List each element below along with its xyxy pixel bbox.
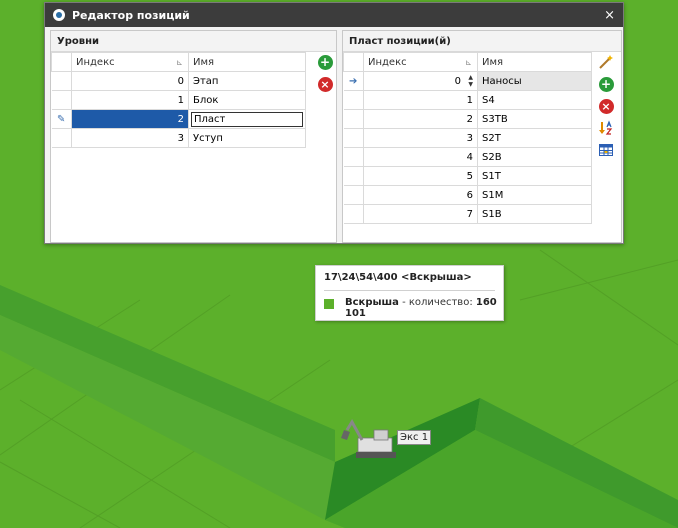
table-row-current[interactable]: ➔ 0 ▲ ▼ Наносы — [343, 71, 592, 91]
positions-panel: Пласт позиции(й) Индекс ⊾ Имя ➔ 0 ▲ ▼ Нанос… — [342, 30, 622, 243]
add-icon: + — [317, 54, 333, 70]
table-row[interactable]: 0 Этап — [51, 71, 306, 91]
legend-swatch — [324, 299, 334, 309]
tooltip-divider — [324, 290, 495, 291]
remove-icon: × — [598, 98, 614, 114]
table-row[interactable]: 3 S2T — [343, 128, 592, 148]
sort-button[interactable] — [597, 119, 615, 137]
magic-wand-icon — [599, 55, 613, 69]
tooltip-quantity-line: Вскрыша - количество: 160 101 — [345, 297, 503, 319]
cell-index[interactable]: 1 — [71, 90, 189, 110]
table-row[interactable]: 6 S1M — [343, 185, 592, 205]
cell-name[interactable]: S3TB — [477, 109, 592, 129]
cell-name[interactable]: Наносы — [477, 71, 592, 91]
current-row-arrow-icon: ➔ — [343, 71, 364, 91]
cell-index[interactable]: 2 — [71, 109, 189, 129]
column-header-name[interactable]: Имя — [477, 52, 592, 72]
cell-name[interactable]: S4 — [477, 90, 592, 110]
positions-panel-title: Пласт позиции(й) — [343, 31, 621, 52]
column-header-name[interactable]: Имя — [188, 52, 306, 72]
generate-button[interactable] — [597, 53, 615, 71]
add-level-button[interactable]: + — [316, 53, 334, 71]
cell-name[interactable]: S1B — [477, 204, 592, 224]
row-indicator-header — [343, 52, 364, 72]
sort-icon[interactable]: ⊾ — [176, 58, 183, 67]
levels-table: Индекс⊾ Имя 0 Этап 1 Блок ✎ 2 3 Усту — [51, 52, 306, 148]
cell-index[interactable]: 3 — [71, 128, 189, 148]
levels-panel-title: Уровни — [51, 31, 336, 52]
cell-index[interactable]: 6 — [363, 185, 478, 205]
cell-index[interactable]: 5 — [363, 166, 478, 186]
remove-icon: × — [317, 76, 333, 92]
table-icon — [599, 144, 613, 156]
cell-name[interactable]: Уступ — [188, 128, 306, 148]
levels-toolbar: + × — [314, 53, 336, 93]
positions-header-row: Индекс ⊾ Имя — [343, 52, 592, 72]
cell-name[interactable]: Этап — [188, 71, 306, 91]
sort-az-icon — [599, 120, 613, 135]
remove-level-button[interactable]: × — [316, 75, 334, 93]
cell-index[interactable]: 7 — [363, 204, 478, 224]
column-header-index[interactable]: Индекс ⊾ — [71, 52, 189, 72]
table-row[interactable]: 1 Блок — [51, 90, 306, 110]
cell-name[interactable]: S2B — [477, 147, 592, 167]
app-icon — [53, 9, 65, 21]
quantity-label: - количество: — [398, 297, 476, 308]
cell-name-editor[interactable] — [191, 111, 303, 127]
remove-position-button[interactable]: × — [597, 97, 615, 115]
sort-icon[interactable]: ⊾ — [465, 58, 472, 67]
cell-name[interactable]: Блок — [188, 90, 306, 110]
spinner-icon[interactable]: ▲ ▼ — [468, 74, 473, 88]
table-row[interactable]: 4 S2B — [343, 147, 592, 167]
tooltip-title: 17\24\54\400 <Вскрыша> — [324, 272, 472, 283]
column-header-index[interactable]: Индекс ⊾ — [363, 52, 478, 72]
cell-name[interactable]: S1M — [477, 185, 592, 205]
close-icon[interactable]: × — [604, 8, 615, 23]
cell-index[interactable]: 1 — [363, 90, 478, 110]
table-row[interactable]: 3 Уступ — [51, 128, 306, 148]
cell-index[interactable]: 3 — [363, 128, 478, 148]
table-row-selected[interactable]: ✎ 2 — [51, 109, 306, 129]
cell-index[interactable]: 4 — [363, 147, 478, 167]
block-tooltip: 17\24\54\400 <Вскрыша> Вскрыша - количес… — [315, 265, 504, 321]
cell-name[interactable]: S2T — [477, 128, 592, 148]
row-indicator-header — [51, 52, 72, 72]
window-title: Редактор позиций — [72, 8, 190, 22]
add-icon: + — [598, 76, 614, 92]
excavator-label[interactable]: Экс 1 — [397, 430, 432, 445]
table-row[interactable]: 7 S1B — [343, 204, 592, 224]
positions-toolbar: + × — [595, 53, 617, 159]
cell-index[interactable]: 2 — [363, 109, 478, 129]
table-row[interactable]: 2 S3TB — [343, 109, 592, 129]
table-row[interactable]: 5 S1T — [343, 166, 592, 186]
window-titlebar[interactable]: Редактор позиций × — [45, 3, 623, 27]
positions-table: Индекс ⊾ Имя ➔ 0 ▲ ▼ Наносы 1 S4 2 S3TB 3 S2T … — [343, 52, 592, 224]
add-position-button[interactable]: + — [597, 75, 615, 93]
position-editor-window: Редактор позиций × Уровни Индекс ⊾ Имя 0 … — [44, 2, 624, 244]
table-row[interactable]: 1 S4 — [343, 90, 592, 110]
cell-index[interactable]: 0 ▲ ▼ — [363, 71, 478, 91]
material-name: Вскрыша — [345, 297, 399, 308]
edit-pencil-icon: ✎ — [51, 109, 72, 129]
cell-name[interactable]: S1T — [477, 166, 592, 186]
levels-panel: Уровни Индекс ⊾ Имя 0 Этап 1 Блок ✎ 2 Пл… — [50, 30, 337, 243]
cell-index[interactable]: 0 — [71, 71, 189, 91]
levels-header-row: Индекс ⊾ Имя — [51, 52, 306, 72]
table-button[interactable] — [597, 141, 615, 159]
